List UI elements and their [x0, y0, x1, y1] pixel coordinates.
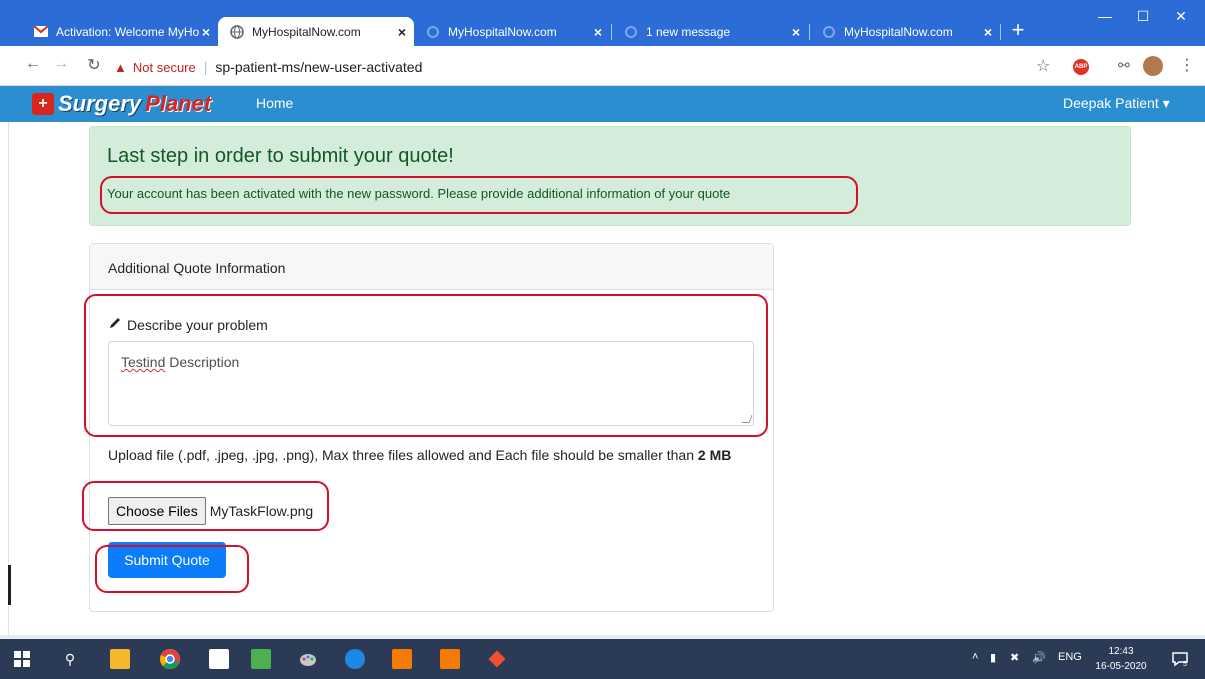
nav-home-link[interactable]: Home	[256, 95, 293, 111]
alert-heading: Last step in order to submit your quote!	[107, 145, 454, 167]
security-label[interactable]: Not secure	[133, 60, 196, 75]
site-navbar: + Surgery Planet Home Deepak Patient ▾	[0, 86, 1205, 122]
upload-instructions-text: Upload file (.pdf, .jpeg, .jpg, .png), M…	[108, 447, 694, 463]
maps-icon[interactable]	[345, 649, 365, 669]
bookmark-star-icon[interactable]: ☆	[1036, 56, 1050, 76]
forward-icon[interactable]: →	[50, 55, 72, 73]
close-icon[interactable]: ×	[594, 24, 602, 40]
logo-text-planet: Planet	[145, 91, 212, 116]
new-tab-button[interactable]: +	[1007, 16, 1029, 44]
tab-myhospitalnow-3[interactable]: MyHospitalNow.com ×	[810, 17, 1000, 46]
user-menu-dropdown[interactable]: Deepak Patient ▾	[1063, 95, 1170, 112]
minimize-icon[interactable]: —	[1090, 8, 1120, 24]
url-text[interactable]: sp-patient-ms/new-user-activated	[215, 59, 422, 75]
sublime-text-icon[interactable]	[440, 649, 460, 669]
loading-icon	[624, 25, 638, 39]
card-title: Additional Quote Information	[108, 260, 286, 276]
profile-avatar[interactable]	[1143, 56, 1163, 76]
left-edge	[0, 122, 9, 639]
xampp-icon[interactable]	[392, 649, 412, 669]
annotation-box-description	[84, 294, 768, 437]
windows-taskbar: ⚲ ˄ ▮ ✖ 🔊 ENG 12:43 16-05-2020 5	[0, 639, 1205, 679]
adblock-extension-icon[interactable]: ABP	[1073, 59, 1089, 75]
git-icon[interactable]	[487, 649, 507, 669]
reload-icon[interactable]: ↻	[83, 55, 105, 75]
left-edge-marker	[8, 565, 11, 605]
loading-icon	[822, 25, 836, 39]
warning-icon: ▲	[114, 59, 127, 75]
maximize-icon[interactable]: ☐	[1128, 8, 1158, 25]
upload-size-limit: 2 MB	[697, 447, 732, 463]
site-logo[interactable]: + Surgery Planet	[32, 91, 211, 117]
globe-icon	[230, 24, 244, 39]
tab-title: 1 new message	[646, 24, 731, 39]
tray-chevron-icon[interactable]: ˄	[972, 651, 978, 663]
windows-start-icon[interactable]	[12, 649, 32, 669]
browser-toolbar: ← → ↻ ▲ Not secure | sp-patient-ms/new-u…	[0, 46, 1205, 86]
close-icon[interactable]: ×	[398, 24, 406, 40]
notepad-icon[interactable]	[209, 649, 229, 669]
notification-icon[interactable]: 5	[1170, 649, 1190, 669]
tab-title: MyHospitalNow.com	[844, 24, 953, 39]
chrome-icon[interactable]	[160, 649, 180, 669]
annotation-box-alert	[100, 176, 858, 214]
battery-icon[interactable]: ▮	[990, 651, 996, 664]
card-header: Additional Quote Information	[90, 244, 773, 290]
browser-tab-strip: Activation: Welcome MyHo × MyHospitalNow…	[0, 0, 1205, 46]
clock-date: 16-05-2020	[1095, 661, 1147, 672]
screen: Activation: Welcome MyHo × MyHospitalNow…	[0, 0, 1205, 679]
clock-time: 12:43	[1108, 646, 1134, 657]
tab-myhospitalnow-2[interactable]: MyHospitalNow.com ×	[414, 17, 610, 46]
tab-separator	[1000, 24, 1001, 40]
tab-title: MyHospitalNow.com	[448, 24, 557, 39]
omnibox-divider: |	[203, 59, 208, 75]
annotation-box-file	[82, 481, 329, 531]
back-icon[interactable]: ←	[22, 55, 44, 73]
system-clock[interactable]: 12:43 16-05-2020	[1095, 644, 1147, 674]
tab-new-message[interactable]: 1 new message ×	[612, 17, 808, 46]
medical-cross-icon: +	[32, 93, 54, 115]
menu-kebab-icon[interactable]: ⋮	[1179, 55, 1195, 75]
gmail-icon	[34, 25, 48, 39]
file-explorer-icon[interactable]	[110, 649, 130, 669]
search-icon[interactable]: ⚲	[60, 649, 80, 669]
volume-icon[interactable]: 🔊	[1032, 651, 1046, 664]
image-viewer-icon[interactable]	[251, 649, 271, 669]
wifi-icon[interactable]: ✖	[1010, 651, 1019, 664]
upload-instructions: Upload file (.pdf, .jpeg, .jpg, .png), M…	[108, 445, 758, 475]
paint-icon[interactable]	[298, 649, 318, 669]
tab-title: Activation: Welcome MyHo	[56, 24, 200, 39]
annotation-box-submit	[95, 545, 249, 593]
key-icon[interactable]: ⚯	[1118, 57, 1130, 74]
tab-title: MyHospitalNow.com	[252, 24, 361, 39]
close-icon[interactable]: ×	[984, 24, 992, 40]
language-indicator[interactable]: ENG	[1058, 651, 1082, 663]
loading-icon	[426, 25, 440, 39]
tab-activation-email[interactable]: Activation: Welcome MyHo ×	[22, 17, 218, 46]
address-bar[interactable]: ▲ Not secure | sp-patient-ms/new-user-ac…	[114, 54, 1064, 80]
tab-myhospitalnow-active[interactable]: MyHospitalNow.com ×	[218, 17, 414, 46]
close-icon[interactable]: ×	[792, 24, 800, 40]
close-icon[interactable]: ×	[202, 24, 210, 40]
close-window-icon[interactable]: ✕	[1166, 8, 1196, 25]
notification-count: 5	[1183, 661, 1187, 668]
logo-text-surgery: Surgery	[58, 91, 142, 116]
